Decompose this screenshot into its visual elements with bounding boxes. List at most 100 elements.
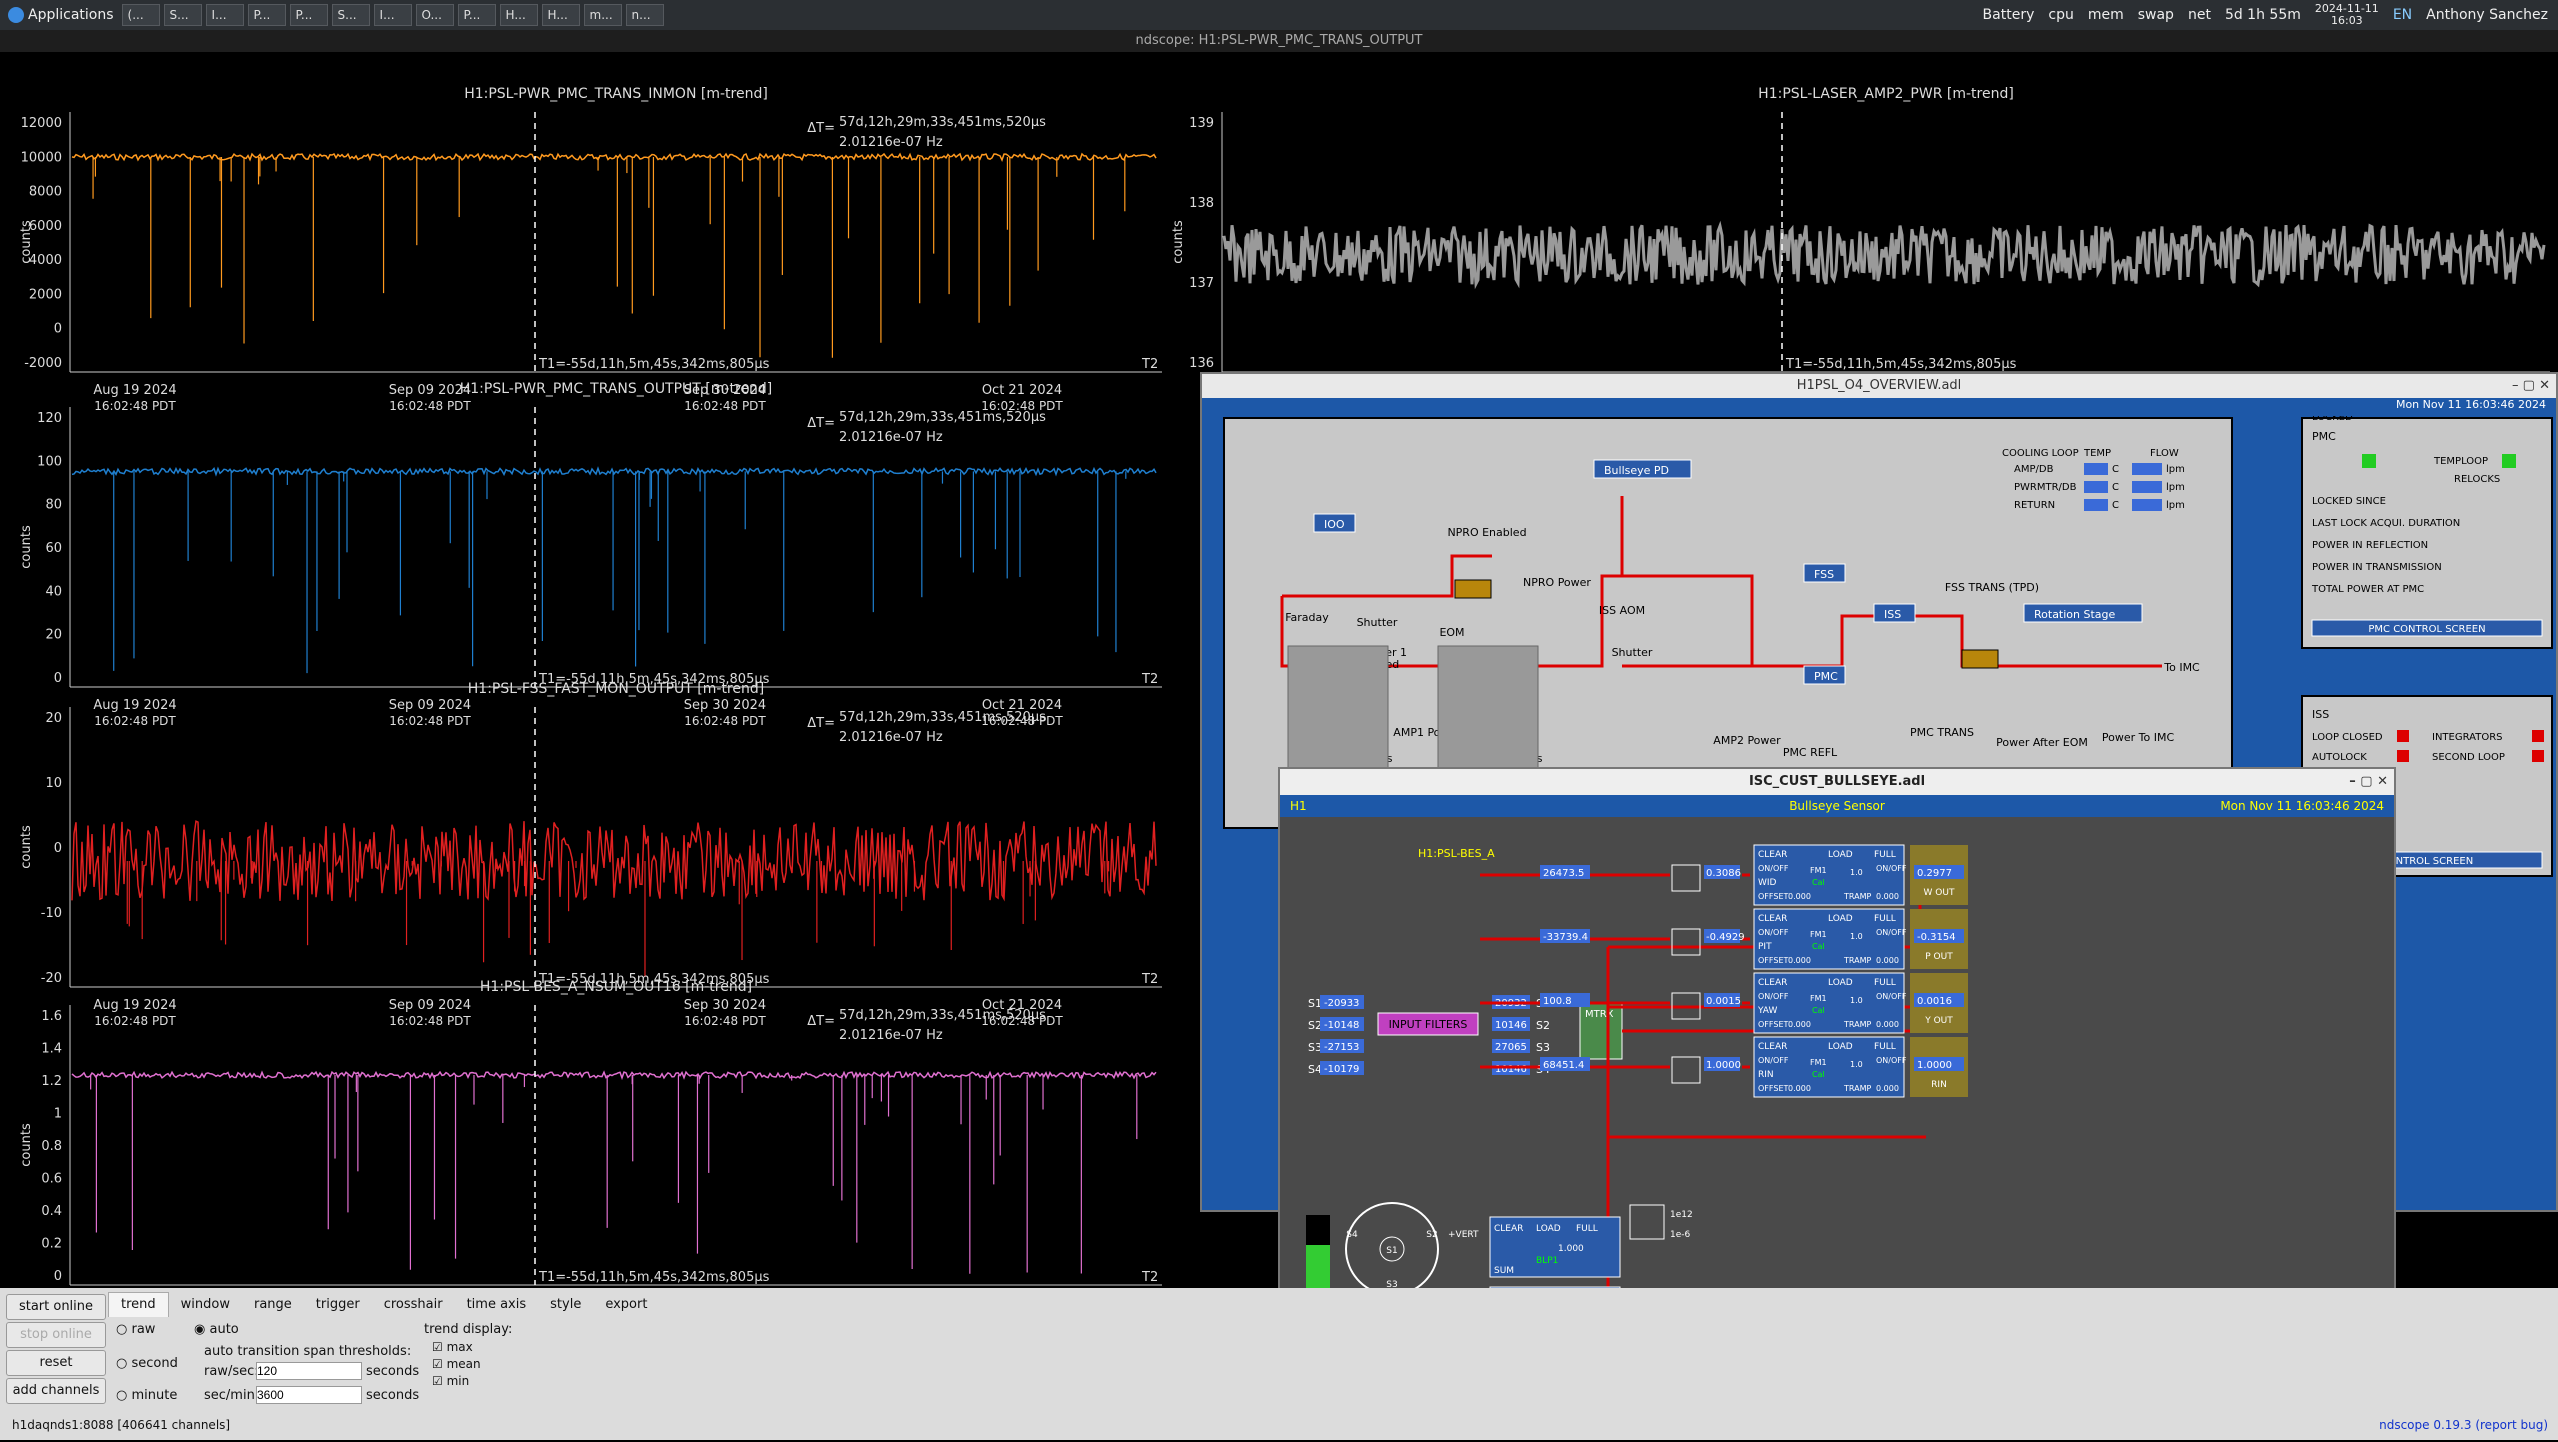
add-channels-button[interactable]: add channels <box>6 1378 106 1404</box>
full-button[interactable]: FULL <box>1874 850 1896 860</box>
plot-panel[interactable]: H1:PSL-LASER_AMP2_PWR [m-trend] 139 138 137… <box>1171 86 2550 413</box>
onoff-button[interactable]: ON/OFF <box>1876 992 1907 1001</box>
offset-button[interactable]: OFFSET <box>1758 1084 1788 1093</box>
task-button[interactable]: m... <box>583 4 622 26</box>
plot-panel[interactable]: H1:PSL-FSS_FAST_MON_OUTPUT [m-trend] 20 10… <box>19 681 1162 1028</box>
sec-min-input[interactable] <box>256 1386 362 1404</box>
offset-button[interactable]: OFFSET <box>1758 892 1788 901</box>
version-link[interactable]: ndscope 0.19.3 (report bug) <box>2379 1418 2548 1432</box>
task-button[interactable]: O... <box>415 4 454 26</box>
radio-second[interactable]: ○ second <box>116 1356 178 1371</box>
task-button[interactable]: P... <box>247 4 286 26</box>
onoff-button[interactable]: ON/OFF <box>1876 928 1907 937</box>
task-button[interactable]: S... <box>163 4 202 26</box>
task-button[interactable]: I... <box>205 4 244 26</box>
clear-button[interactable]: CLEAR <box>1758 850 1787 860</box>
radio-raw[interactable]: ○ raw <box>116 1322 155 1337</box>
overview-titlebar[interactable]: H1PSL_O4_OVERVIEW.adl – ▢ ✕ <box>1202 374 2556 398</box>
fm1-button[interactable]: FM1 <box>1810 930 1827 939</box>
check-mean[interactable]: ☑ mean <box>432 1357 481 1371</box>
fm1-button[interactable]: FM1 <box>1810 866 1827 875</box>
tray-cpu[interactable]: cpu <box>2048 7 2073 23</box>
y-tick-label: 0.8 <box>41 1139 62 1154</box>
pmc-control-screen-button[interactable]: PMC CONTROL SCREEN <box>2311 619 2543 637</box>
raw-sec-input[interactable] <box>256 1362 362 1380</box>
overview-related-button[interactable]: PMC <box>1803 665 1846 685</box>
task-button[interactable]: H... <box>499 4 538 26</box>
reset-button[interactable]: reset <box>6 1350 106 1376</box>
window-controls-icon[interactable]: – ▢ ✕ <box>2512 374 2550 398</box>
dof-mid-value: 100.8 <box>1543 996 1572 1007</box>
tab-style[interactable]: style <box>538 1293 593 1317</box>
tab-window[interactable]: window <box>169 1293 242 1317</box>
tray-swap[interactable]: swap <box>2138 7 2174 23</box>
onoff-button[interactable]: ON/OFF <box>1758 1056 1789 1065</box>
task-button[interactable]: I... <box>373 4 412 26</box>
tab-export[interactable]: export <box>593 1293 659 1317</box>
tab-range[interactable]: range <box>242 1293 304 1317</box>
user-menu[interactable]: Anthony Sanchez <box>2426 7 2548 23</box>
tab-time-axis[interactable]: time axis <box>455 1293 539 1317</box>
check-min[interactable]: ☑ min <box>432 1374 469 1388</box>
iss-item-label: SECOND LOOP <box>2432 752 2505 763</box>
full-button[interactable]: FULL <box>1874 978 1896 988</box>
applications-menu[interactable]: Applications <box>8 7 114 23</box>
overview-related-button[interactable]: Bullseye PD <box>1593 459 1692 479</box>
tab-trend[interactable]: trend <box>108 1292 169 1317</box>
y-tick-label: 8000 <box>29 185 62 200</box>
tray-mem[interactable]: mem <box>2088 7 2124 23</box>
radio-minute[interactable]: ○ minute <box>116 1388 177 1403</box>
pmc-panel-title: PMC <box>2312 430 2336 443</box>
onoff-button[interactable]: ON/OFF <box>1758 864 1789 873</box>
plot-panel[interactable]: H1:PSL-PWR_PMC_TRANS_OUTPUT [m-trend] 120… <box>19 381 1162 728</box>
overview-related-button[interactable]: Rotation Stage <box>2023 603 2143 623</box>
clock[interactable]: 2024-11-11 16:03 <box>2315 3 2379 27</box>
start-online-button[interactable]: start online <box>6 1294 106 1320</box>
matrix-button[interactable]: MTRX <box>1579 1002 1623 1060</box>
load-button[interactable]: LOAD <box>1828 1042 1853 1052</box>
onoff-button[interactable]: ON/OFF <box>1876 864 1907 873</box>
fm1-button[interactable]: FM1 <box>1810 994 1827 1003</box>
stop-online-button[interactable]: stop online <box>6 1322 106 1348</box>
window-controls-icon[interactable]: – ▢ ✕ <box>2349 769 2388 795</box>
overview-related-button[interactable]: IOO <box>1313 513 1356 533</box>
offset-button[interactable]: OFFSET <box>1758 956 1788 965</box>
clear-button[interactable]: CLEAR <box>1758 914 1787 924</box>
check-max[interactable]: ☑ max <box>432 1340 473 1354</box>
task-button[interactable]: (... <box>121 4 160 26</box>
plot-panel[interactable]: H1:PSL-PWR_PMC_TRANS_INMON [m-trend] 1200… <box>19 86 1162 413</box>
tray-net[interactable]: net <box>2188 7 2211 23</box>
overview-related-button[interactable]: FSS <box>1803 563 1846 583</box>
task-button[interactable]: P... <box>289 4 328 26</box>
overview-related-button[interactable]: ISS <box>1873 603 1916 623</box>
tray-battery[interactable]: Battery <box>1983 7 2035 23</box>
fm1-button[interactable]: FM1 <box>1810 1058 1827 1067</box>
onoff-button[interactable]: ON/OFF <box>1758 928 1789 937</box>
bullseye-titlebar[interactable]: ISC_CUST_BULLSEYE.adl – ▢ ✕ <box>1280 769 2394 795</box>
trace-line <box>71 466 1157 477</box>
task-button[interactable]: H... <box>541 4 580 26</box>
onoff-button[interactable]: ON/OFF <box>1876 1056 1907 1065</box>
input-filters-button[interactable]: INPUT FILTERS <box>1377 1012 1479 1036</box>
sum-filter-bank[interactable]: SUM CLEAR LOAD FULL BLP11.000 <box>1489 1216 1621 1278</box>
system-tray: Battery cpu mem swap net 5d 1h 55m 2024-… <box>1983 3 2558 27</box>
task-button[interactable]: n... <box>625 4 664 26</box>
offset-button[interactable]: OFFSET <box>1758 1020 1788 1029</box>
cal-label: Cal <box>1812 1070 1825 1079</box>
language-indicator[interactable]: EN <box>2393 7 2412 23</box>
y-tick-label: 1.2 <box>41 1074 62 1089</box>
clear-button[interactable]: CLEAR <box>1758 1042 1787 1052</box>
onoff-button[interactable]: ON/OFF <box>1758 992 1789 1001</box>
load-button[interactable]: LOAD <box>1828 914 1853 924</box>
clear-button[interactable]: CLEAR <box>1758 978 1787 988</box>
load-button[interactable]: LOAD <box>1828 850 1853 860</box>
radio-auto[interactable]: ◉ auto <box>194 1322 239 1337</box>
full-button[interactable]: FULL <box>1874 1042 1896 1052</box>
task-button[interactable]: S... <box>331 4 370 26</box>
full-button[interactable]: FULL <box>1874 914 1896 924</box>
tab-trigger[interactable]: trigger <box>304 1293 372 1317</box>
tab-crosshair[interactable]: crosshair <box>372 1293 455 1317</box>
task-button[interactable]: P... <box>457 4 496 26</box>
y-tick-label: 0 <box>54 322 62 337</box>
load-button[interactable]: LOAD <box>1828 978 1853 988</box>
